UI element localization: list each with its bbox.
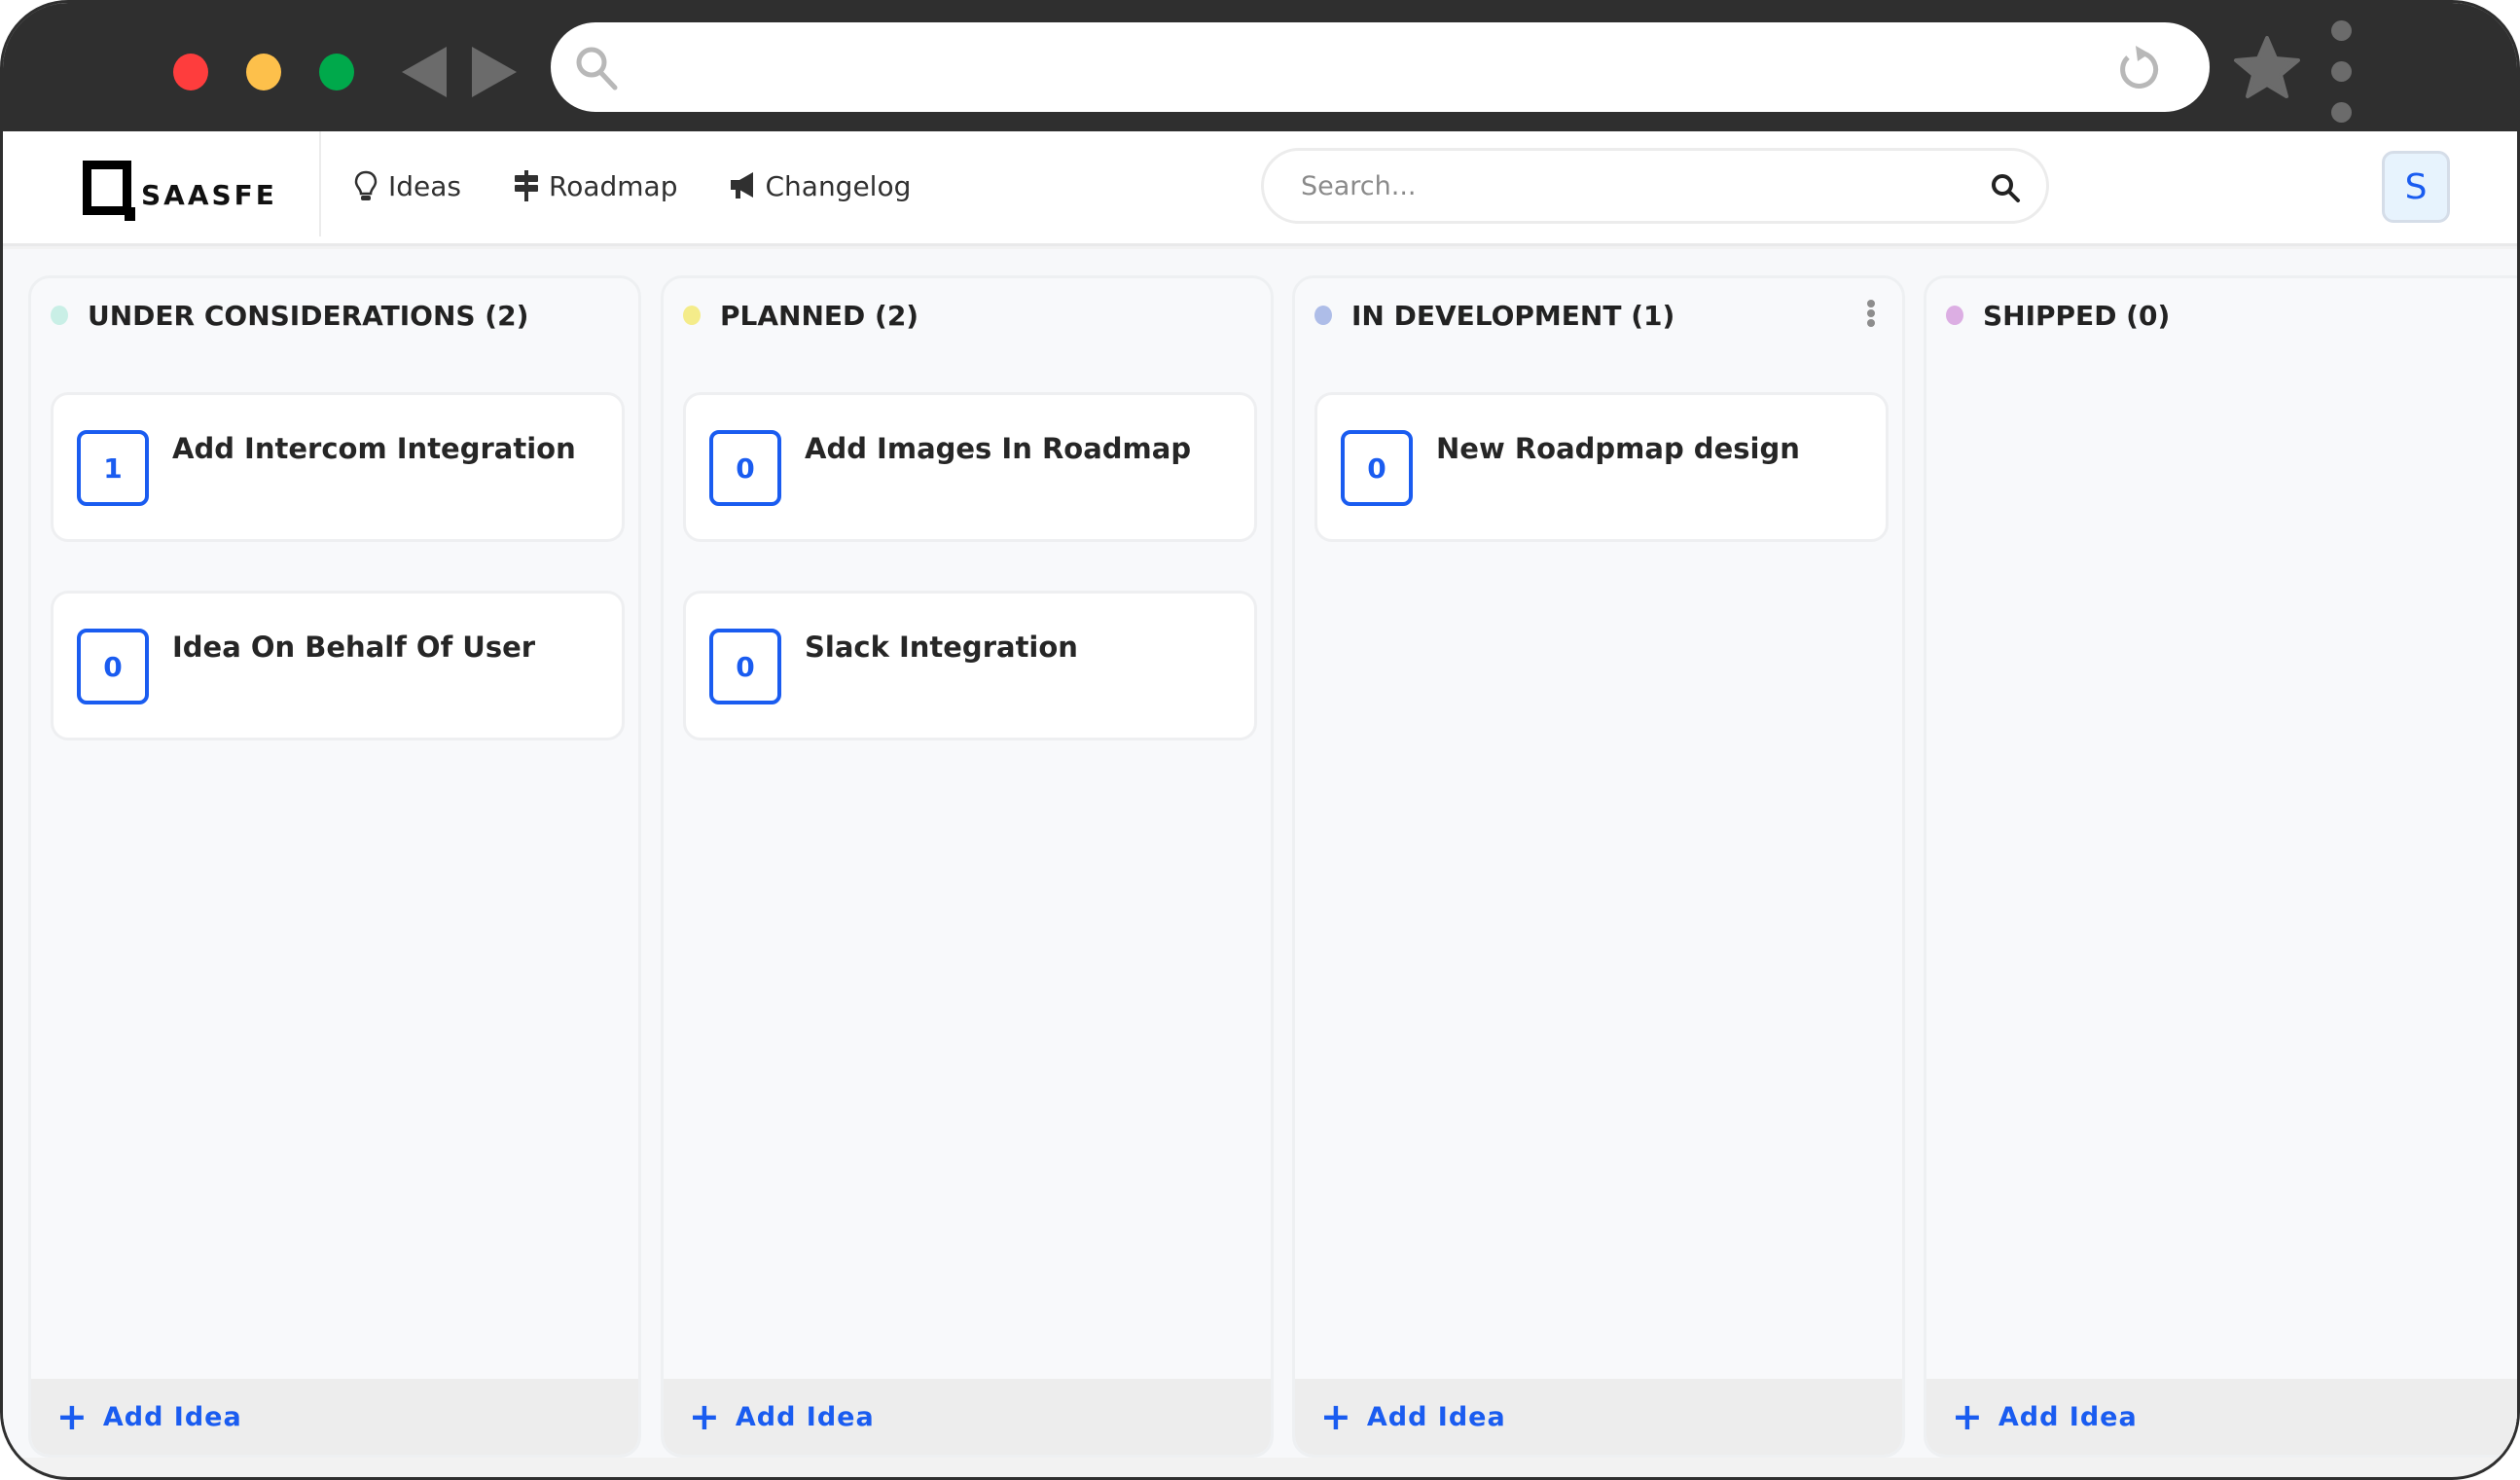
idea-card[interactable]: 0 Idea On Behalf Of User — [51, 591, 625, 740]
add-idea-button[interactable]: + Add Idea — [664, 1379, 1271, 1455]
search-box — [1261, 148, 2049, 224]
idea-title: Add Images In Roadmap — [805, 432, 1192, 465]
column-header: UNDER CONSIDERATIONS (2) — [51, 296, 619, 335]
status-dot — [51, 306, 68, 325]
plus-icon: + — [689, 1395, 720, 1438]
column-header: PLANNED (2) — [683, 296, 1251, 335]
plus-icon: + — [1952, 1395, 1983, 1438]
idea-card[interactable]: 0 Add Images In Roadmap — [683, 392, 1257, 542]
star-icon[interactable] — [2233, 35, 2301, 99]
roadmap-board: UNDER CONSIDERATIONS (2) 1 Add Intercom … — [3, 249, 2517, 1458]
idea-title: Idea On Behalf Of User — [172, 631, 536, 664]
browser-toolbar — [3, 3, 2517, 131]
app-header: SAASFE Ideas Roadmap Changelog Search...… — [3, 131, 2517, 246]
column-title: SHIPPED (0) — [1983, 299, 2171, 332]
user-avatar[interactable]: S — [2382, 151, 2450, 223]
forward-arrow-icon[interactable] — [472, 47, 517, 97]
column-header: IN DEVELOPMENT (1) — [1314, 296, 1883, 335]
maximize-window-button[interactable] — [319, 54, 354, 90]
vote-count-button[interactable]: 0 — [1341, 430, 1413, 506]
minimize-window-button[interactable] — [246, 54, 281, 90]
plus-icon: + — [1320, 1395, 1351, 1438]
column-title: UNDER CONSIDERATIONS (2) — [88, 299, 529, 332]
vote-count-button[interactable]: 0 — [709, 629, 781, 704]
nav-item-label: Ideas — [388, 169, 462, 202]
column-shipped: SHIPPED (0) + Add Idea — [1924, 275, 2517, 1458]
idea-card[interactable]: 1 Add Intercom Integration — [51, 392, 625, 542]
column-title: PLANNED (2) — [720, 299, 919, 332]
back-arrow-icon[interactable] — [402, 47, 447, 97]
search-icon[interactable] — [1990, 172, 2021, 203]
idea-title: New Roadpmap design — [1436, 432, 1800, 465]
add-idea-label: Add Idea — [1998, 1401, 2138, 1432]
reload-icon[interactable] — [2114, 44, 2163, 92]
add-idea-label: Add Idea — [735, 1401, 875, 1432]
column-planned: PLANNED (2) 0 Add Images In Roadmap 0 Sl… — [661, 275, 1274, 1458]
address-bar[interactable] — [551, 22, 2210, 112]
megaphone-icon — [731, 172, 754, 199]
logo-text: SAASFE — [141, 179, 277, 211]
lightbulb-icon — [354, 170, 378, 200]
status-dot — [1314, 306, 1332, 325]
logo[interactable]: SAASFE — [83, 157, 277, 221]
add-idea-label: Add Idea — [1366, 1401, 1506, 1432]
idea-title: Add Intercom Integration — [172, 432, 576, 465]
vote-count-button[interactable]: 1 — [77, 430, 149, 506]
add-idea-button[interactable]: + Add Idea — [31, 1379, 638, 1455]
status-dot — [1946, 306, 1963, 325]
logo-icon — [83, 161, 135, 221]
magnifier-icon — [576, 47, 618, 90]
vote-count-button[interactable]: 0 — [77, 629, 149, 704]
search-input[interactable] — [1301, 170, 1943, 201]
nav-item-label: Roadmap — [549, 169, 678, 202]
idea-title: Slack Integration — [805, 631, 1078, 664]
add-idea-label: Add Idea — [102, 1401, 242, 1432]
column-header: SHIPPED (0) — [1946, 296, 2514, 335]
browser-window: SAASFE Ideas Roadmap Changelog Search...… — [0, 0, 2520, 1480]
vertical-dots-icon[interactable] — [2331, 20, 2353, 123]
header-divider — [319, 131, 321, 236]
main-nav: Ideas Roadmap Changelog — [351, 131, 911, 240]
column-under-considerations: UNDER CONSIDERATIONS (2) 1 Add Intercom … — [28, 275, 641, 1458]
idea-card[interactable]: 0 Slack Integration — [683, 591, 1257, 740]
add-idea-button[interactable]: + Add Idea — [1295, 1379, 1902, 1455]
vote-count-button[interactable]: 0 — [709, 430, 781, 506]
status-dot — [683, 306, 701, 325]
idea-card[interactable]: 0 New Roadpmap design — [1314, 392, 1889, 542]
nav-item-changelog[interactable]: Changelog — [728, 169, 911, 202]
column-menu-icon[interactable] — [1867, 300, 1877, 329]
close-window-button[interactable] — [173, 54, 208, 90]
signpost-icon — [515, 170, 539, 201]
column-in-development: IN DEVELOPMENT (1) 0 New Roadpmap design… — [1292, 275, 1905, 1458]
nav-item-label: Changelog — [765, 169, 912, 202]
nav-item-ideas[interactable]: Ideas — [351, 169, 461, 202]
add-idea-button[interactable]: + Add Idea — [1926, 1379, 2517, 1455]
nav-item-roadmap[interactable]: Roadmap — [512, 169, 677, 202]
plus-icon: + — [56, 1395, 88, 1438]
column-title: IN DEVELOPMENT (1) — [1351, 299, 1675, 332]
